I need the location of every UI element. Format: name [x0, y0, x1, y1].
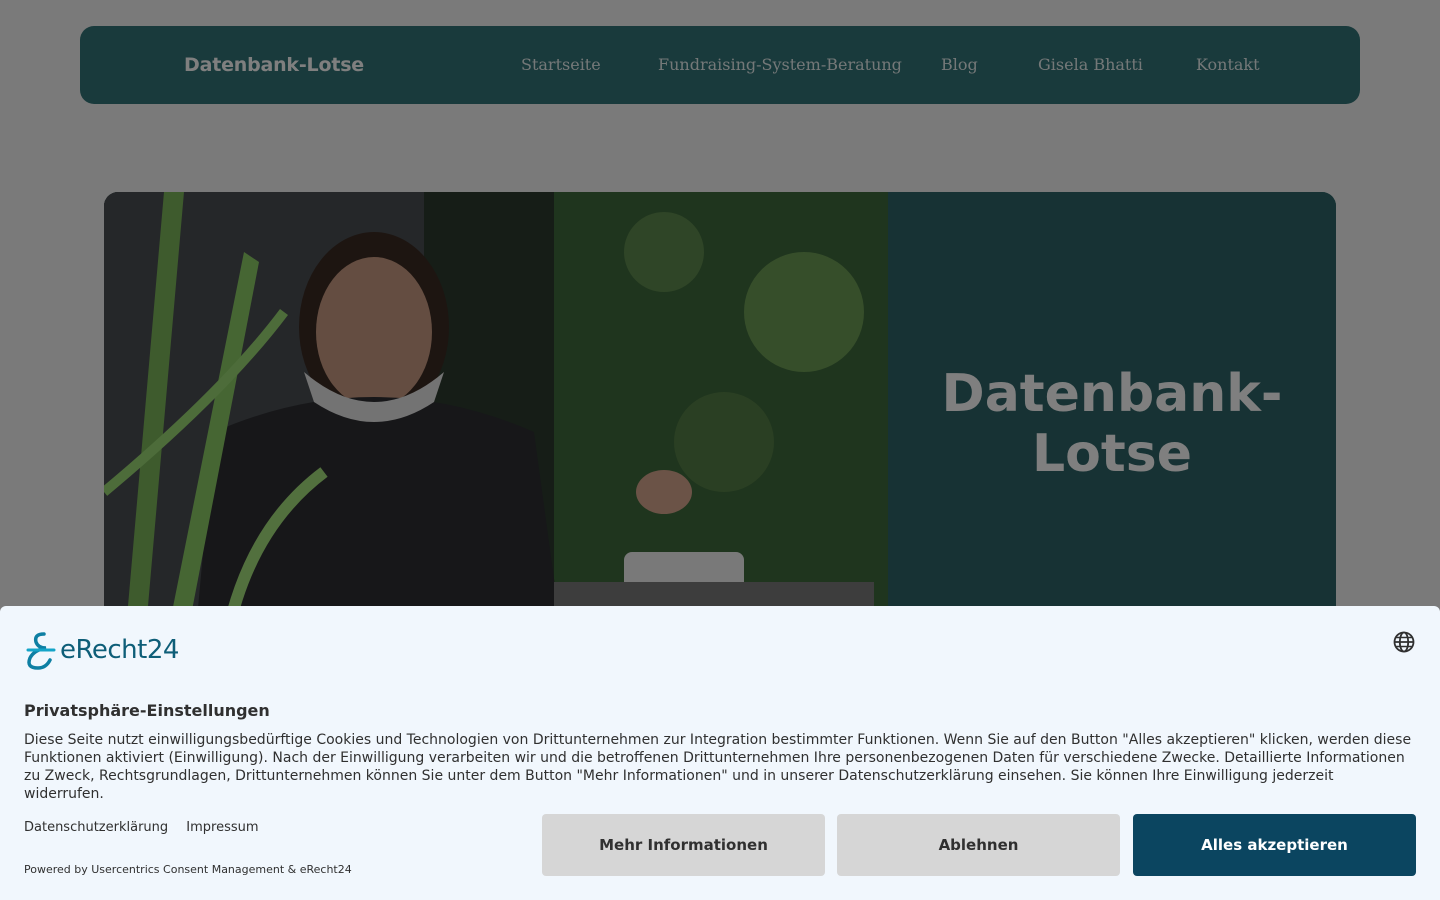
consent-title: Privatsphäre-Einstellungen [24, 701, 270, 720]
imprint-link[interactable]: Impressum [186, 820, 258, 835]
cookie-consent-banner: eRecht24 Privatsphäre-Einstellungen Dies… [0, 606, 1440, 900]
erecht24-logo-icon [26, 632, 56, 670]
more-info-button[interactable]: Mehr Informationen [542, 814, 825, 876]
consent-description: Diese Seite nutzt einwilligungsbedürftig… [24, 732, 1412, 802]
erecht24-logo: eRecht24 [24, 630, 179, 670]
deny-button[interactable]: Ablehnen [837, 814, 1120, 876]
powered-by-text: Powered by Usercentrics Consent Manageme… [24, 863, 352, 876]
accept-all-button[interactable]: Alles akzeptieren [1133, 814, 1416, 876]
consent-links: Datenschutzerklärung Impressum [24, 820, 273, 835]
globe-icon[interactable] [1392, 630, 1416, 654]
erecht24-logo-text: eRecht24 [60, 635, 179, 665]
privacy-policy-link[interactable]: Datenschutzerklärung [24, 820, 168, 835]
